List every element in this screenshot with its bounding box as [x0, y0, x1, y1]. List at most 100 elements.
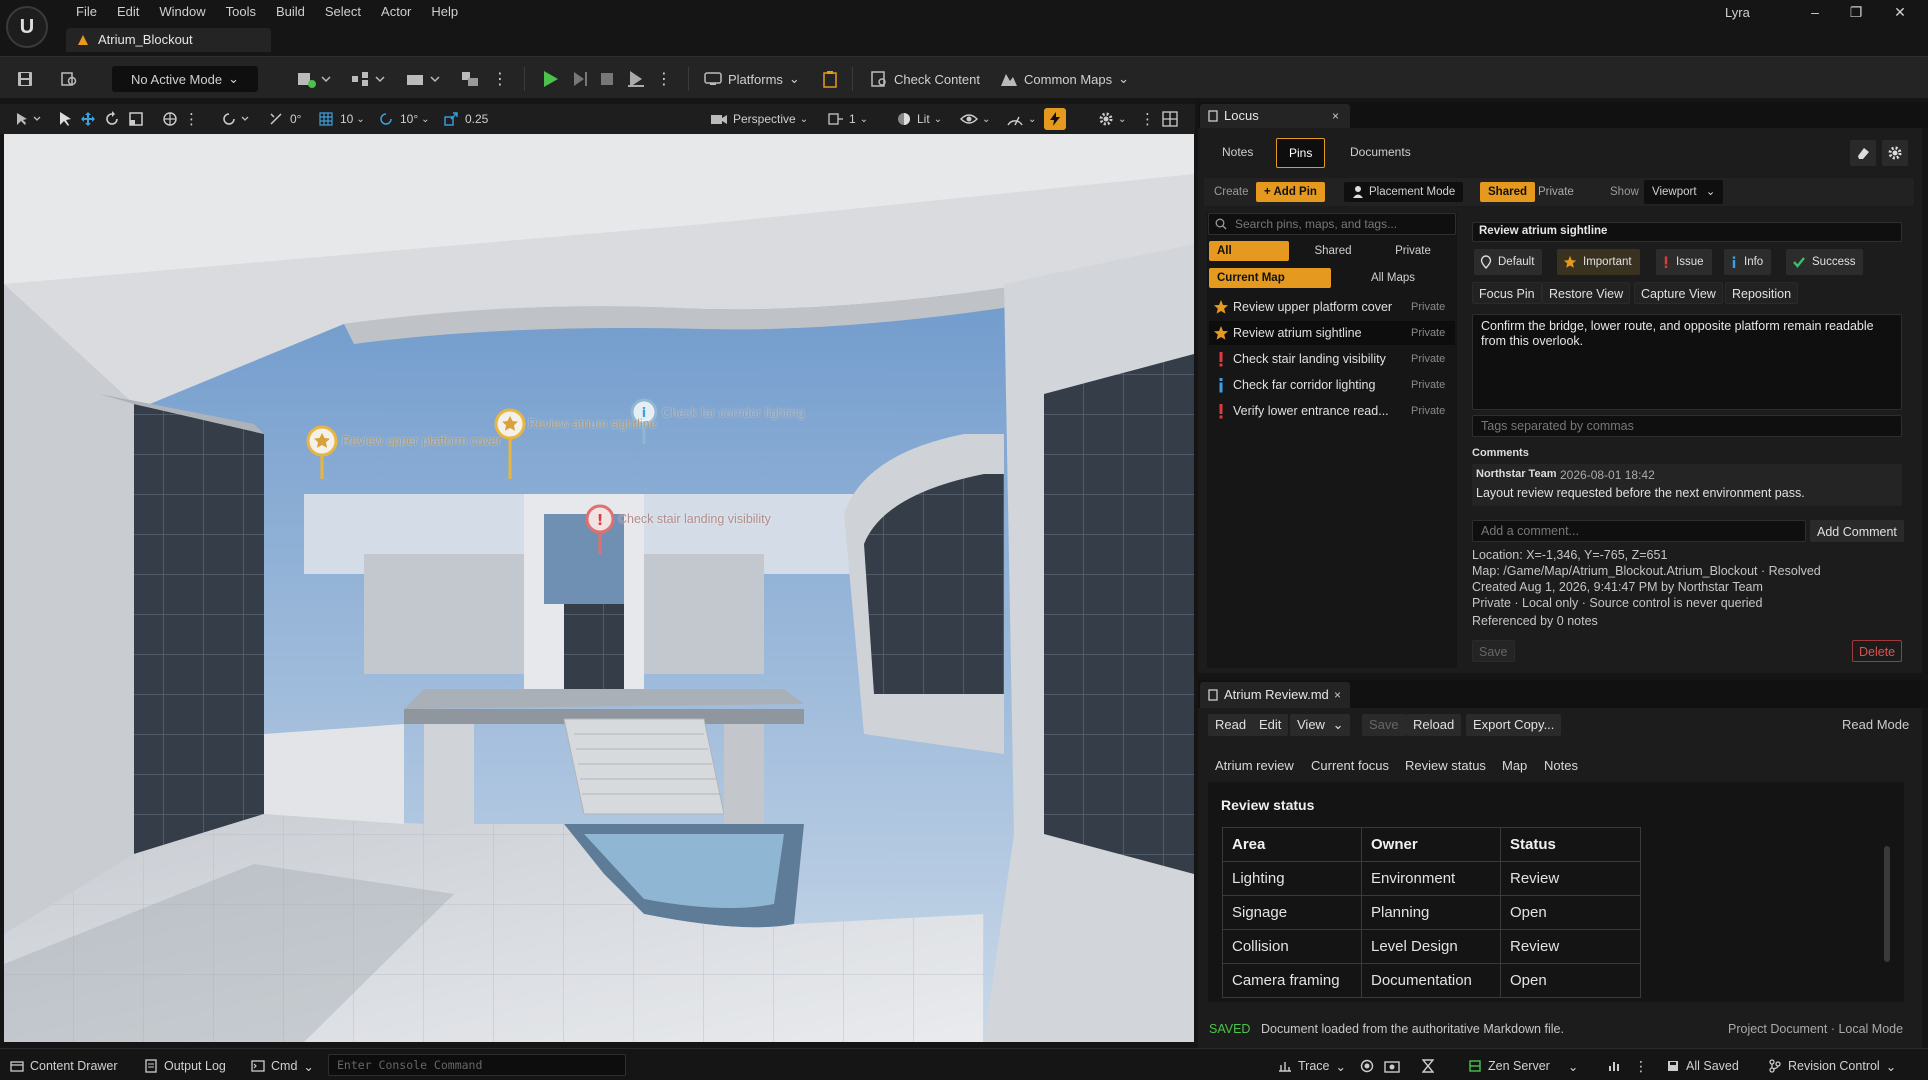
translate-snap-toggle[interactable]: 0° [268, 109, 301, 129]
reload-button[interactable]: Reload [1406, 714, 1462, 736]
scope-shared-toggle[interactable]: Shared [1480, 182, 1535, 202]
show-flags-dropdown[interactable]: ⌄ [960, 109, 990, 129]
close-window-button[interactable]: ✕ [1880, 0, 1920, 24]
all-saved-button[interactable]: All Saved [1666, 1056, 1739, 1076]
grid-snap-toggle[interactable]: 10 ⌄ [318, 109, 365, 129]
hourglass-icon[interactable] [1422, 1056, 1440, 1076]
category-issue-button[interactable]: Issue [1656, 249, 1712, 275]
lighting-dropdown[interactable]: Lit ⌄ [896, 109, 942, 129]
nav-notes[interactable]: Notes [1544, 758, 1578, 773]
restore-view-button[interactable]: Restore View [1542, 282, 1631, 304]
read-button[interactable]: Read [1208, 714, 1254, 736]
surface-snap-icon[interactable] [222, 109, 252, 129]
pin-list-item[interactable]: Verify lower entrance read... Private [1209, 399, 1455, 423]
more-options-icon[interactable]: ⋮ [1140, 109, 1155, 129]
capture-view-button[interactable]: Capture View [1634, 282, 1723, 304]
viewport-pin-label[interactable]: Review upper platform cover [342, 434, 501, 448]
blueprint-icon[interactable] [350, 66, 386, 92]
stats-icon[interactable] [1608, 1056, 1628, 1076]
modes-icon[interactable] [460, 66, 482, 92]
cmd-dropdown[interactable]: Cmd ⌄ [251, 1056, 314, 1076]
more-options-icon[interactable]: ⋮ [1634, 1056, 1648, 1076]
search-input[interactable]: Search pins, maps, and tags... [1208, 213, 1456, 235]
camera-speed-dropdown[interactable]: 1 ⌄ [828, 109, 868, 129]
world-local-icon[interactable] [162, 109, 178, 129]
close-tab-icon[interactable]: × [1332, 104, 1339, 128]
scale-icon[interactable] [128, 109, 144, 129]
translate-icon[interactable] [80, 109, 96, 129]
scale-snap-toggle[interactable]: 0.25 [443, 109, 488, 129]
revision-control-dropdown[interactable]: Revision Control ⌄ [1768, 1056, 1896, 1076]
view-mode-dropdown[interactable]: Perspective ⌄ [710, 109, 808, 129]
level-tab[interactable]: Atrium_Blockout [66, 28, 271, 52]
pin-list-item[interactable]: Check far corridor lighting Private [1209, 373, 1455, 397]
save-pin-button[interactable]: Save [1472, 640, 1515, 662]
menu-help[interactable]: Help [421, 0, 468, 24]
pin-list-item-selected[interactable]: Review atrium sightline Private [1209, 321, 1455, 345]
zen-server-dropdown[interactable]: Zen Server ⌄ [1468, 1056, 1578, 1076]
console-input[interactable]: Enter Console Command [328, 1054, 626, 1076]
menu-edit[interactable]: Edit [107, 0, 149, 24]
minimize-button[interactable]: – [1795, 0, 1835, 24]
play-button[interactable] [540, 66, 560, 92]
tab-documents[interactable]: Documents [1338, 138, 1423, 168]
category-default-button[interactable]: Default [1474, 249, 1543, 275]
scope-private-toggle[interactable]: Private [1530, 182, 1582, 202]
viewport-pin-label[interactable]: Review atrium sightline [528, 417, 657, 431]
viewport-settings-dropdown[interactable]: ⌄ [1098, 109, 1126, 129]
delete-pin-button[interactable]: Delete [1852, 640, 1903, 662]
eraser-button[interactable] [1850, 140, 1876, 166]
export-copy-button[interactable]: Export Copy... [1466, 714, 1562, 736]
category-success-button[interactable]: Success [1786, 249, 1864, 275]
show-dropdown[interactable]: Viewport ⌄ [1644, 180, 1724, 204]
menu-build[interactable]: Build [266, 0, 315, 24]
select-mode-icon[interactable] [14, 109, 44, 129]
stop-button[interactable] [598, 66, 616, 92]
nav-map[interactable]: Map [1502, 758, 1527, 773]
pin-title-field[interactable]: Review atrium sightline [1472, 222, 1902, 242]
tab-notes[interactable]: Notes [1210, 138, 1265, 168]
category-important-button[interactable]: Important [1557, 249, 1640, 275]
pin-description-field[interactable]: Confirm the bridge, lower route, and opp… [1472, 314, 1902, 410]
viewport-pin-label[interactable]: Check stair landing visibility [618, 512, 771, 526]
screenshot-icon[interactable] [1384, 1056, 1406, 1076]
save-icon[interactable] [16, 66, 34, 92]
view-dropdown[interactable]: View ⌄ [1290, 714, 1351, 736]
category-info-button[interactable]: Info [1724, 249, 1772, 275]
level-viewport[interactable]: i ! Review upper platform cover Review a… [4, 134, 1194, 1042]
settings-button[interactable] [1882, 140, 1908, 166]
output-log-button[interactable]: Output Log [144, 1056, 226, 1076]
trace-dropdown[interactable]: Trace ⌄ [1278, 1056, 1346, 1076]
scalability-dropdown[interactable]: ⌄ [1006, 109, 1036, 129]
record-icon[interactable] [1360, 1056, 1380, 1076]
edit-button[interactable]: Edit [1252, 714, 1289, 736]
menu-tools[interactable]: Tools [216, 0, 266, 24]
browse-icon[interactable] [60, 66, 78, 92]
unreal-logo-icon[interactable]: U [6, 6, 48, 48]
tags-input[interactable]: Tags separated by commas [1472, 415, 1902, 437]
filter-private[interactable]: Private [1374, 241, 1452, 261]
filter-all-maps[interactable]: All Maps [1334, 268, 1452, 288]
placement-mode-button[interactable]: Placement Mode [1344, 182, 1464, 202]
cinematics-icon[interactable] [405, 66, 441, 92]
play-options-icon[interactable]: ⋮ [656, 66, 672, 92]
menu-window[interactable]: Window [149, 0, 215, 24]
layout-icon[interactable] [1162, 109, 1178, 129]
focus-pin-button[interactable]: Focus Pin [1472, 282, 1542, 304]
menu-select[interactable]: Select [315, 0, 371, 24]
scrollbar[interactable] [1884, 846, 1890, 962]
pointer-icon[interactable] [58, 109, 72, 129]
tab-pins[interactable]: Pins [1276, 138, 1326, 168]
rotate-snap-toggle[interactable]: 10° ⌄ [378, 109, 430, 129]
rotate-icon[interactable] [104, 109, 120, 129]
common-maps-button[interactable]: Common Maps ⌄ [1000, 66, 1129, 92]
nav-review-status[interactable]: Review status [1405, 758, 1486, 773]
more-options-icon[interactable]: ⋮ [184, 109, 199, 129]
save-document-button[interactable]: Save [1362, 714, 1406, 736]
clipboard-icon[interactable] [822, 66, 838, 92]
menu-file[interactable]: File [66, 0, 107, 24]
pin-list-item[interactable]: Review upper platform cover Private [1209, 295, 1455, 319]
comment-input[interactable]: Add a comment... [1472, 520, 1806, 542]
eject-button[interactable] [626, 66, 646, 92]
menu-actor[interactable]: Actor [371, 0, 421, 24]
